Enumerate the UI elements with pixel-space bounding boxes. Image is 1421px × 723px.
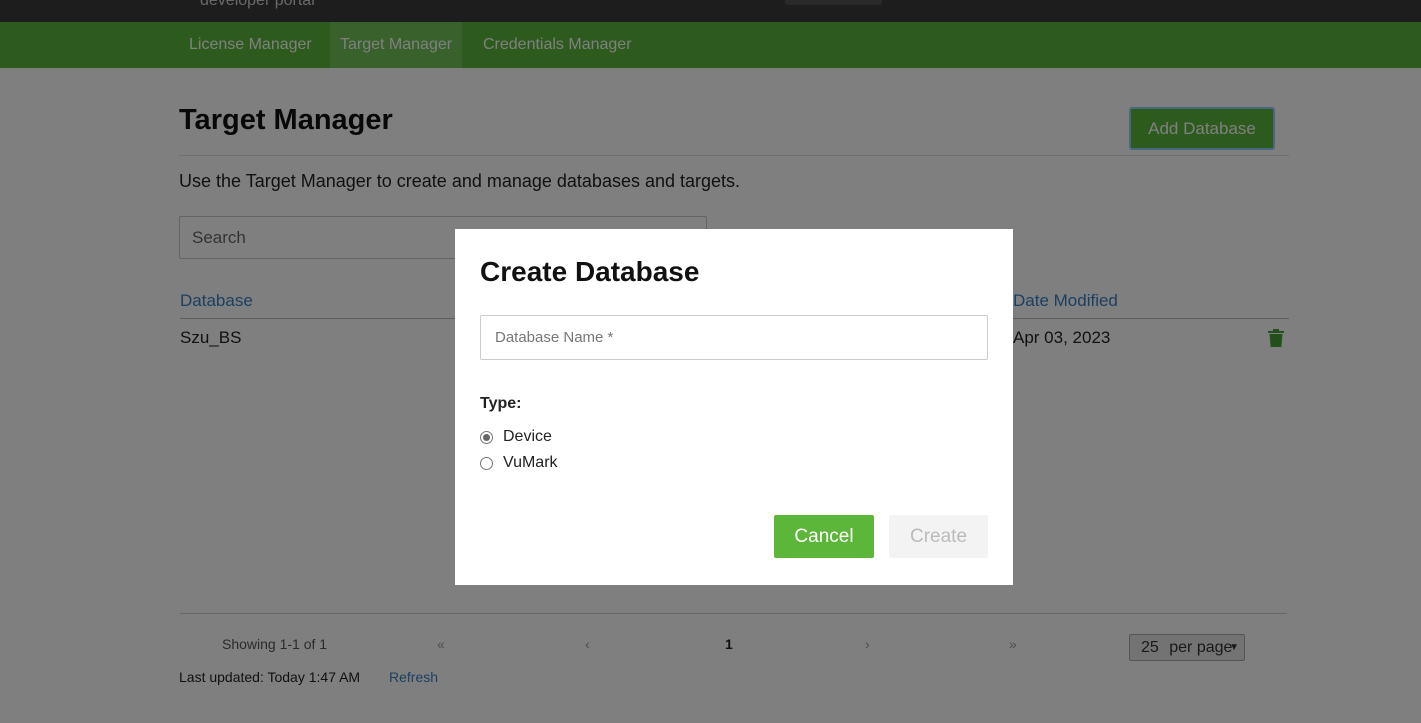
device-radio[interactable] <box>480 430 493 444</box>
cancel-button[interactable]: Cancel <box>774 515 874 558</box>
vumark-label[interactable]: VuMark <box>503 454 558 472</box>
dialog-title: Create Database <box>480 256 700 287</box>
create-database-dialog: Create Database Type: Device VuMark Canc… <box>455 229 1013 585</box>
vumark-radio[interactable] <box>480 456 493 470</box>
type-option-device[interactable]: Device <box>480 427 552 447</box>
create-button[interactable]: Create <box>889 515 988 558</box>
device-label[interactable]: Device <box>503 428 552 446</box>
type-option-vumark[interactable]: VuMark <box>480 453 558 473</box>
database-name-input[interactable] <box>480 315 988 360</box>
type-label: Type: <box>480 395 522 412</box>
